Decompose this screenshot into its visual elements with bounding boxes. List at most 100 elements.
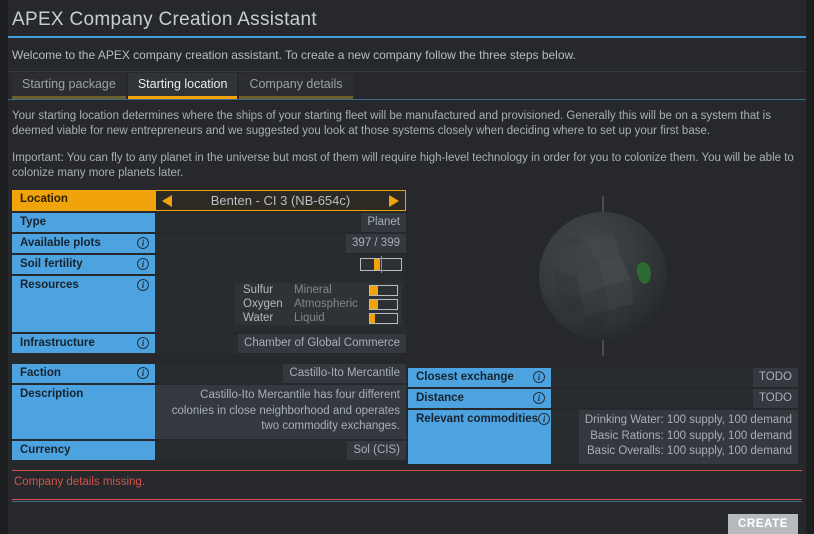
resource-bar-fill [369, 299, 378, 309]
resource-bar [368, 284, 398, 296]
resource-type: Liquid [294, 312, 325, 324]
value-cell-faction: Castillo-Ito Mercantile [155, 364, 406, 383]
info-icon[interactable]: i [137, 258, 149, 270]
error-message: Company details missing. [14, 476, 146, 488]
soil-fertility-gauge [360, 256, 402, 273]
label-relevant-commodities: Relevant commodities i [408, 410, 551, 464]
window-title: APEX Company Creation Assistant [12, 9, 317, 30]
soil-fertility-center-tick [381, 256, 382, 273]
value-faction: Castillo-Ito Mercantile [283, 364, 406, 383]
info-icon[interactable]: i [137, 279, 149, 291]
location-panels: Location Benten - CI 3 (NB-654c) Type Pl… [8, 190, 806, 464]
triangle-left-icon[interactable] [162, 194, 172, 207]
tab-bar: Starting package Starting location Compa… [8, 72, 806, 100]
exchange-details-column: Closest exchange i TODO Distance i TODO [408, 368, 798, 466]
panel-spacer [12, 355, 406, 364]
value-cell-soil-fertility [155, 255, 406, 274]
value-cell-type: Planet [155, 213, 406, 232]
value-infrastructure: Chamber of Global Commerce [238, 334, 406, 353]
label-distance: Distance i [408, 389, 551, 408]
info-icon[interactable]: i [533, 371, 545, 383]
location-details-column: Location Benten - CI 3 (NB-654c) Type Pl… [12, 190, 406, 462]
label-description: Description [12, 385, 155, 439]
value-type: Planet [361, 213, 406, 232]
location-value: Benten - CI 3 (NB-654c) [210, 193, 351, 208]
label-available-plots: Available plots i [12, 234, 155, 253]
value-cell-available-plots: 397 / 399 [155, 234, 406, 253]
welcome-text: Welcome to the APEX company creation ass… [8, 38, 806, 72]
resource-row: Sulfur Mineral [235, 283, 402, 297]
tab-starting-location[interactable]: Starting location [127, 73, 238, 99]
label-closest-exchange: Closest exchange i [408, 368, 551, 387]
info-icon[interactable]: i [137, 337, 149, 349]
row-location: Location Benten - CI 3 (NB-654c) [12, 190, 406, 211]
planet-sphere [539, 212, 667, 340]
resource-bar [368, 312, 398, 324]
commodity-line: Drinking Water: 100 supply, 100 demand [584, 414, 792, 426]
resource-row: Oxygen Atmospheric [235, 297, 402, 311]
label-soil-fertility: Soil fertility i [12, 255, 155, 274]
label-infrastructure: Infrastructure i [12, 334, 155, 353]
window-footer: CREATE [12, 501, 802, 534]
value-cell-description: Castillo-Ito Mercantile has four differe… [155, 385, 406, 439]
info-icon[interactable]: i [533, 392, 545, 404]
triangle-right-icon[interactable] [389, 194, 399, 207]
commodity-line: Basic Rations: 100 supply, 100 demand [590, 429, 792, 442]
resource-bar [368, 298, 398, 310]
value-cell-relevant-commodities: Drinking Water: 100 supply, 100 demand Ba… [551, 410, 798, 464]
app-screen: APEX Company Creation Assistant Welcome … [0, 0, 814, 534]
location-selector[interactable]: Benten - CI 3 (NB-654c) [155, 190, 406, 211]
label-currency: Currency [12, 440, 155, 460]
commodity-line: Basic Overalls: 100 supply, 100 demand [587, 445, 792, 457]
intro-paragraph-1: Your starting location determines where … [12, 110, 771, 137]
value-currency: Sol (CIS) [347, 440, 406, 460]
value-cell-currency: Sol (CIS) [155, 440, 406, 460]
intro-paragraph-2: Important: You can fly to any planet in … [12, 152, 794, 179]
create-button[interactable]: CREATE [727, 513, 798, 534]
tab-company-details[interactable]: Company details [239, 73, 353, 99]
row-currency: Currency Sol (CIS) [12, 440, 406, 460]
resource-name: Sulfur [243, 284, 274, 296]
tab-starting-package[interactable]: Starting package [12, 73, 126, 99]
soil-fertility-fill [374, 259, 380, 270]
row-soil-fertility: Soil fertility i [12, 255, 406, 274]
resource-bar-fill [369, 285, 378, 295]
label-type: Type [12, 213, 155, 232]
info-icon[interactable]: i [137, 367, 149, 379]
resource-name: Oxygen [243, 298, 283, 310]
row-distance: Distance i TODO [408, 389, 798, 408]
value-cell-infrastructure: Chamber of Global Commerce [155, 334, 406, 353]
label-faction: Faction i [12, 364, 155, 383]
row-faction: Faction i Castillo-Ito Mercantile [12, 364, 406, 383]
row-infrastructure: Infrastructure i Chamber of Global Comme… [12, 334, 406, 353]
value-cell-closest-exchange: TODO [551, 368, 798, 387]
resource-type: Mineral [294, 284, 332, 296]
label-resources: Resources i [12, 276, 155, 332]
planet-preview [408, 190, 798, 362]
row-resources: Resources i Sulfur Mineral Oxygen Atmospher… [12, 276, 406, 332]
value-available-plots: 397 / 399 [346, 234, 406, 253]
row-available-plots: Available plots i 397 / 399 [12, 234, 406, 253]
value-closest-exchange: TODO [752, 368, 798, 387]
row-type: Type Planet [12, 213, 406, 232]
info-icon[interactable]: i [538, 413, 551, 425]
resource-type: Atmospheric [294, 298, 358, 310]
error-bar: Company details missing. [12, 470, 802, 500]
resource-name: Water [243, 312, 274, 324]
value-relevant-commodities: Drinking Water: 100 supply, 100 demand Ba… [578, 410, 798, 464]
company-creation-window: APEX Company Creation Assistant Welcome … [8, 0, 806, 534]
resource-list: Sulfur Mineral Oxygen Atmospheric Water Liqui… [155, 276, 406, 332]
row-closest-exchange: Closest exchange i TODO [408, 368, 798, 387]
label-location: Location [12, 190, 155, 211]
row-description: Description Castillo-Ito Mercantile has … [12, 385, 406, 439]
row-relevant-commodities: Relevant commodities i Drinking Water: 1… [408, 410, 798, 464]
planet-viewport[interactable] [408, 190, 798, 362]
resource-bar-fill [369, 313, 376, 323]
intro-text: Your starting location determines where … [8, 100, 806, 187]
window-titlebar: APEX Company Creation Assistant [8, 0, 806, 38]
value-distance: TODO [752, 389, 798, 408]
value-cell-distance: TODO [551, 389, 798, 408]
resource-row: Water Liquid [235, 311, 402, 325]
info-icon[interactable]: i [137, 237, 149, 249]
value-description: Castillo-Ito Mercantile has four differe… [155, 385, 406, 439]
